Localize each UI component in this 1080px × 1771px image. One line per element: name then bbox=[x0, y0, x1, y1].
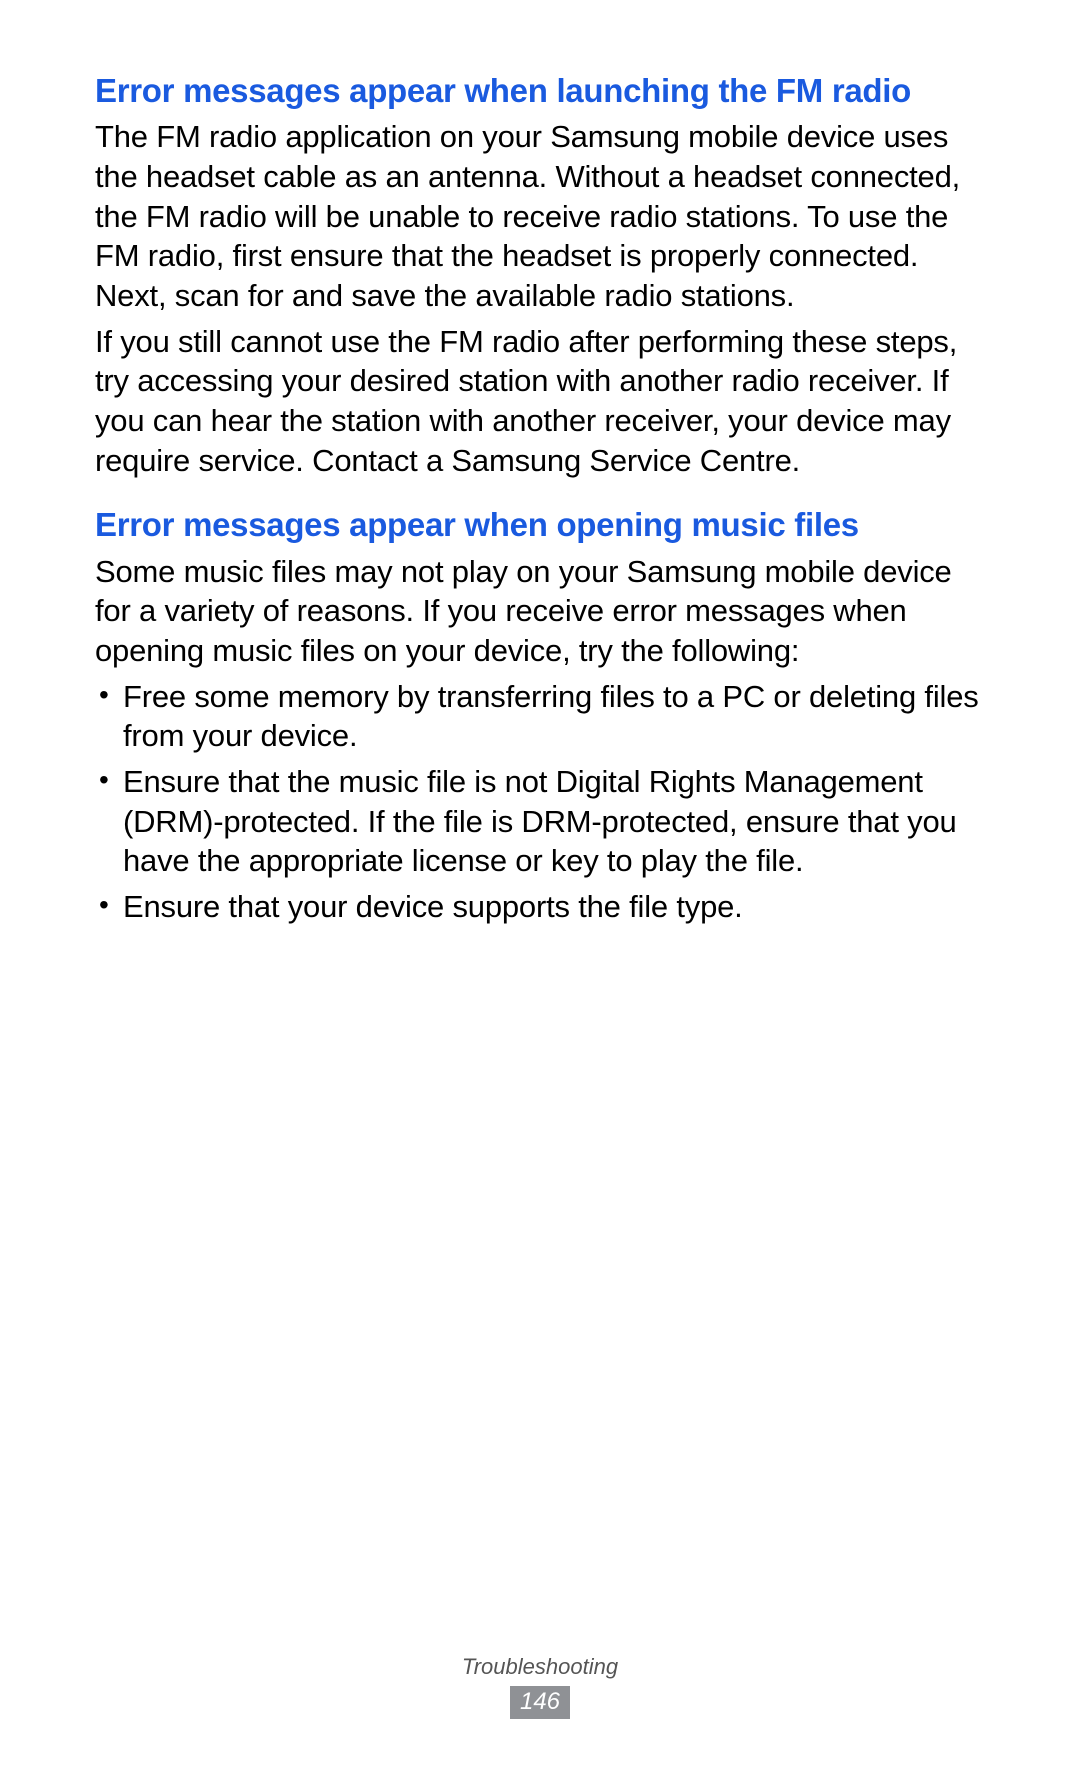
footer-section-label: Troubleshooting bbox=[0, 1654, 1080, 1680]
list-item: Ensure that the music file is not Digita… bbox=[123, 762, 990, 881]
list-item: Free some memory by transferring files t… bbox=[123, 677, 990, 756]
bullet-list-music: Free some memory by transferring files t… bbox=[95, 677, 990, 927]
page-number: 146 bbox=[510, 1686, 570, 1719]
section-heading-music-files: Error messages appear when opening music… bbox=[95, 504, 990, 545]
paragraph-fm-radio-1: The FM radio application on your Samsung… bbox=[95, 117, 990, 315]
section-spacer bbox=[95, 486, 990, 504]
paragraph-music-files-1: Some music files may not play on your Sa… bbox=[95, 552, 990, 671]
section-heading-fm-radio: Error messages appear when launching the… bbox=[95, 70, 990, 111]
manual-page: Error messages appear when launching the… bbox=[0, 0, 1080, 1771]
page-footer: Troubleshooting 146 bbox=[0, 1654, 1080, 1719]
paragraph-fm-radio-2: If you still cannot use the FM radio aft… bbox=[95, 322, 990, 481]
list-item: Ensure that your device supports the fil… bbox=[123, 887, 990, 927]
